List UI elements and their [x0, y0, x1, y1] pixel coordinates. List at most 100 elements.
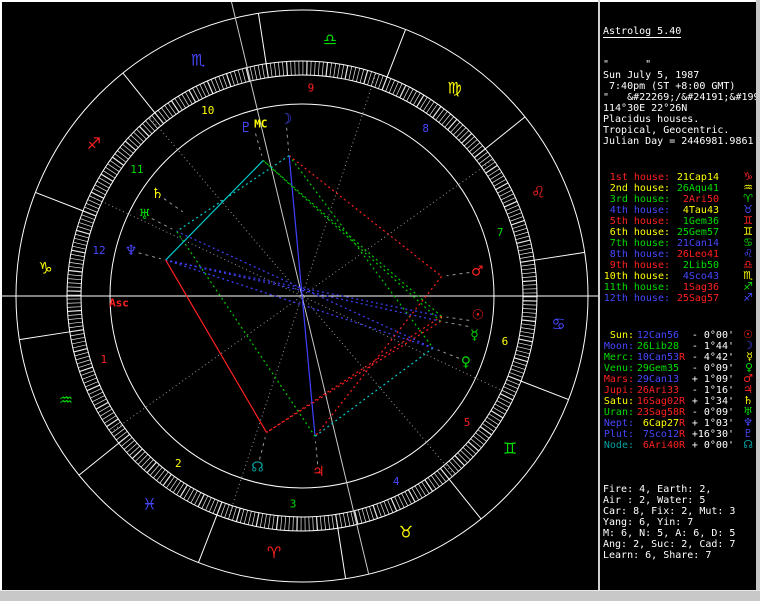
- wheel-sign-icon-cancer: ♋: [551, 315, 565, 334]
- house-number: 9: [308, 82, 315, 95]
- house-cusp-value: 1Sag36: [670, 282, 719, 293]
- planet-label: Uran:: [603, 407, 634, 418]
- wheel-planet-icon-uran: ♅: [138, 207, 151, 223]
- wheel-sign-icon-libra: ♎: [323, 30, 337, 49]
- house-number: 4: [393, 475, 400, 488]
- aspect-line-opposition: [166, 260, 433, 348]
- house-label: 11th house:: [603, 282, 670, 293]
- house-row: 5th house:1Gem36♊: [603, 215, 756, 226]
- planet-pointer-line: [139, 253, 161, 259]
- planet-row: Venu:29Gem35- 0°09'♀: [603, 362, 756, 373]
- planet-position-value: 6Cap27: [634, 418, 679, 429]
- planet-label: Node:: [603, 440, 634, 451]
- aspect-line-square: [166, 260, 267, 432]
- planet-pointer-line: [447, 273, 470, 276]
- planet-position-value: 6Ari40: [634, 440, 679, 451]
- header-line: " ": [603, 59, 756, 70]
- zodiac-sign-icon: ♐: [743, 292, 756, 303]
- aspect-line-sextile: [166, 160, 264, 260]
- planet-row: Jupi:26Ari33- 1°16'♃: [603, 384, 756, 395]
- sign-boundary-line: [449, 479, 481, 519]
- planet-position-value: 12Can56: [634, 330, 679, 341]
- house-row: 9th house:2Lib50♎: [603, 259, 756, 270]
- chart-wheel: ☉☽☿♀♂♃♄♅♆♇☊123456789101112♈♉♊♋♌♍♎♏♐♑♒♓MC…: [0, 0, 599, 590]
- sign-boundary-line: [521, 381, 569, 399]
- house-cusp-value: 21Cap14: [670, 172, 719, 183]
- stat-line: Fire: 4, Earth: 2,: [603, 484, 756, 495]
- house-row: 7th house:21Can14♋: [603, 237, 756, 248]
- house-row: 6th house:25Gem57♊: [603, 226, 756, 237]
- wheel-planet-icon-satu: ♄: [151, 186, 164, 202]
- planet-pointer-line: [256, 134, 262, 156]
- planet-velocity-value: + 1°03': [686, 418, 734, 429]
- house-label: 8th house:: [603, 249, 670, 260]
- planet-row: Satu:16Sag02R+ 1°34'♄: [603, 395, 756, 406]
- sign-boundary-line: [387, 29, 405, 77]
- planet-velocity-value: - 4°42': [686, 352, 734, 363]
- planet-velocity-value: +16°30': [686, 429, 734, 440]
- house-cusp-value: 4Tau43: [670, 205, 719, 216]
- stat-line: M: 6, N: 5, A: 6, D: 5: [603, 528, 756, 539]
- retrograde-indicator: R: [679, 440, 686, 451]
- house-number: 6: [502, 335, 509, 348]
- wheel-sign-icon-virgo: ♍: [447, 78, 461, 97]
- house-cusp-value: 26Aqu41: [670, 183, 719, 194]
- wheel-planet-icon-merc: ☿: [470, 327, 479, 343]
- house-label: 4th house:: [603, 205, 670, 216]
- planet-position-value: 23Sag58: [634, 407, 679, 418]
- aspect-line-square: [315, 276, 442, 436]
- house-row: 3rd house:2Ari50♈: [603, 193, 756, 204]
- house-label: 1st house:: [603, 172, 670, 183]
- house-cusp-value: 1Gem36: [670, 216, 719, 227]
- planet-velocity-value: - 1°44': [686, 341, 734, 352]
- house-label: 9th house:: [603, 260, 670, 271]
- house-label: 2nd house:: [603, 183, 670, 194]
- house-number: 8: [422, 122, 429, 135]
- planet-label: Jupi:: [603, 385, 634, 396]
- house-row: 11th house:1Sag36♐: [603, 281, 756, 292]
- stat-line: Yang: 6, Yin: 7: [603, 517, 756, 528]
- planet-label: Venu:: [603, 363, 634, 374]
- house-cusp-value: 2Lib50: [670, 260, 719, 271]
- header-lines: " "Sun July 5, 1987 7:40pm (ST +8:00 GMT…: [603, 59, 756, 147]
- stat-line: Air : 2, Water: 5: [603, 495, 756, 506]
- wheel-planet-icon-venu: ♀: [461, 355, 471, 371]
- house-row: 4th house:4Tau43♉: [603, 204, 756, 215]
- wheel-sign-icon-scorpio: ♏: [191, 50, 205, 69]
- stats-list: Fire: 4, Earth: 2,Air : 2, Water: 5Car: …: [603, 484, 756, 561]
- header-line: 114°30E 22°26N: [603, 103, 756, 114]
- sign-boundary-line: [338, 528, 346, 578]
- panel-divider: [598, 0, 600, 590]
- house-list: 1st house:21Cap14♑2nd house:26Aqu41♒3rd …: [603, 171, 756, 303]
- planet-row: Node:6Ari40R+ 0°00'☊: [603, 439, 756, 450]
- wheel-planet-icon-moon: ☽: [280, 112, 293, 128]
- planet-velocity-value: + 1°34': [686, 396, 734, 407]
- planet-label: Plut:: [603, 429, 634, 440]
- planet-velocity-value: - 0°00': [686, 330, 734, 341]
- planet-pointer-line: [259, 437, 265, 459]
- wheel-sign-icon-aquarius: ♒: [59, 390, 73, 409]
- planet-row: Uran:23Sag58R- 0°09'♅: [603, 406, 756, 417]
- wheel-sign-icon-capricorn: ♑: [38, 258, 52, 277]
- house-label: 12th house:: [603, 293, 670, 304]
- planet-label: Merc:: [603, 352, 634, 363]
- sign-boundary-line: [79, 443, 119, 475]
- wheel-planet-icon-plut: ♇: [240, 120, 253, 136]
- house-number: 5: [464, 416, 471, 429]
- asc-label: Asc: [109, 297, 129, 310]
- house-label: 6th house:: [603, 227, 670, 238]
- planet-pointer-line: [152, 219, 172, 230]
- retrograde-indicator: R: [679, 418, 686, 429]
- house-number: 10: [201, 104, 214, 117]
- planet-position-value: 16Sag02: [634, 396, 679, 407]
- planet-list: Sun:12Can56- 0°00'☉Moon:26Lib28- 1°44'☽M…: [603, 329, 756, 450]
- planet-label: Satu:: [603, 396, 634, 407]
- aspect-line-trine: [263, 160, 441, 316]
- house-row: 2nd house:26Aqu41♒: [603, 182, 756, 193]
- stat-line: Ang: 2, Suc: 2, Cad: 7: [603, 539, 756, 550]
- sign-boundary-line: [198, 515, 216, 563]
- retrograde-indicator: R: [679, 352, 686, 363]
- planet-position-value: 7Sco12: [634, 429, 679, 440]
- planet-label: Nept:: [603, 418, 634, 429]
- planet-velocity-value: + 0°00': [686, 440, 734, 451]
